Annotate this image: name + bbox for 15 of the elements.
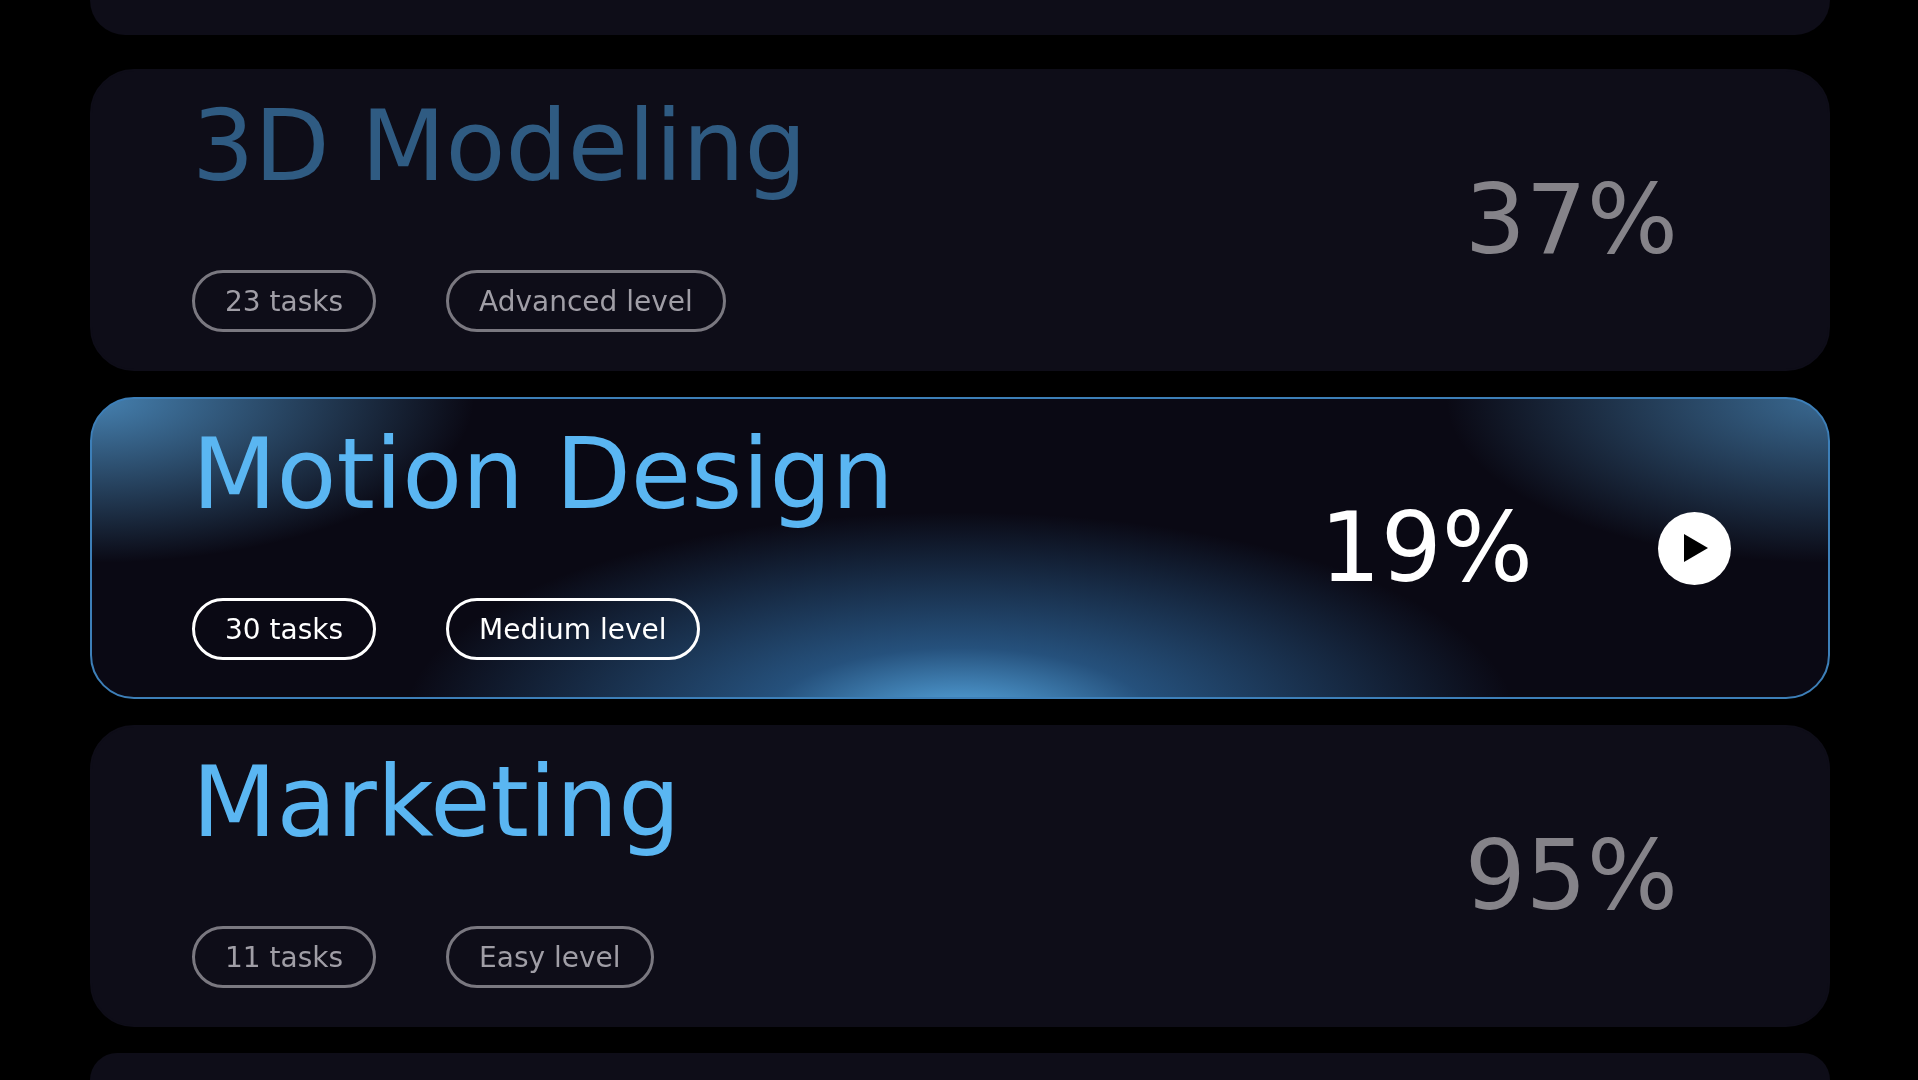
progress-percent: 37% <box>1464 164 1678 277</box>
course-title: Motion Design <box>192 421 894 530</box>
course-card[interactable]: Marketing 11 tasks Easy level 95% <box>90 725 1830 1028</box>
progress-percent: 95% <box>1464 820 1678 933</box>
tasks-tag: 23 tasks <box>192 270 377 333</box>
level-tag: Easy level <box>446 926 654 989</box>
course-card[interactable]: Motion Design 30 tasks Medium level 19% <box>90 397 1830 700</box>
tasks-tag: 30 tasks <box>192 598 377 661</box>
course-title: Marketing <box>192 749 681 858</box>
course-title: 3D Modeling <box>192 93 807 202</box>
progress-percent: 19% <box>1319 492 1533 605</box>
level-tag: Medium level <box>446 598 700 661</box>
course-card[interactable]: 3D Modeling 23 tasks Advanced level 37% <box>90 69 1830 372</box>
tasks-tag: 11 tasks <box>192 926 377 989</box>
level-tag: Advanced level <box>446 270 726 333</box>
